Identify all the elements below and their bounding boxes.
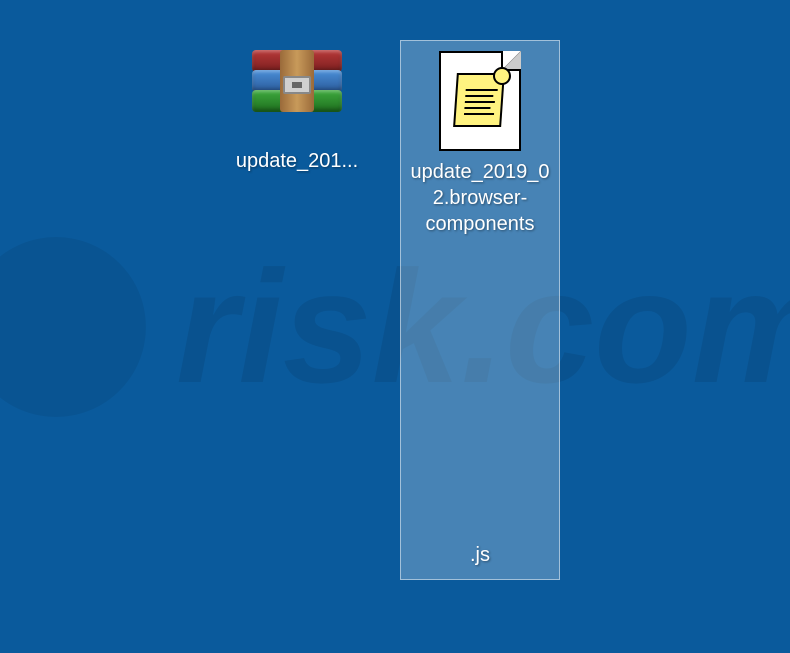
rar-archive-icon (252, 50, 342, 140)
script-file-icon (439, 51, 521, 151)
desktop-area[interactable]: update_201... update_2019_02.browser-com… (0, 0, 790, 653)
file-js-script-selected[interactable]: update_2019_02.browser-components .js (400, 40, 560, 580)
file-label: update_2019_02.browser-components (409, 159, 551, 237)
file-rar-archive[interactable]: update_201... (222, 50, 372, 174)
file-extension: .js (401, 544, 559, 567)
file-label: update_201... (222, 148, 372, 174)
